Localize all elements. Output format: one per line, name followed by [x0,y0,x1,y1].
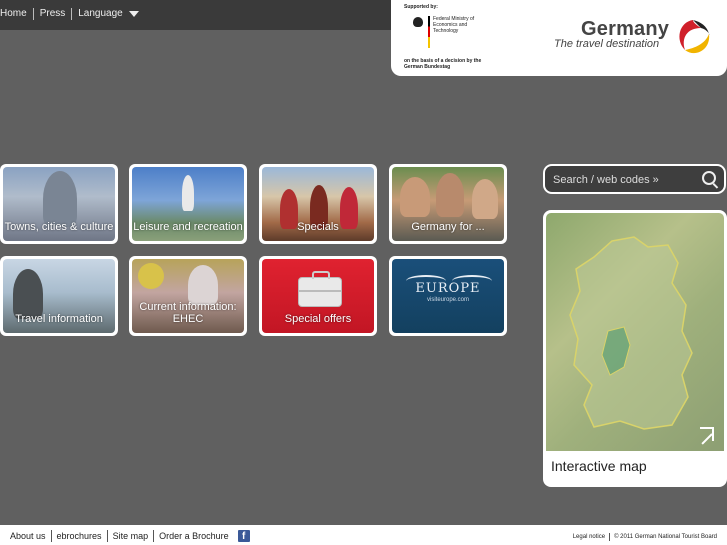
search-inner: Search / web codes » [545,166,724,192]
legal-notice-link[interactable]: Legal notice [569,533,611,541]
german-flag-bar [428,16,430,48]
tile-label: Special offers [284,313,352,325]
tile-towns-cities-culture[interactable]: Towns, cities & culture [0,164,118,244]
interactive-map-card[interactable]: Interactive map [543,210,727,487]
gntb-swirl-logo-icon [679,20,710,54]
federal-eagle-icon [413,17,423,27]
footer: About us ebrochures Site map Order a Bro… [0,525,727,545]
tile-leisure-recreation[interactable]: Leisure and recreation [129,164,247,244]
tile-image: Specials [262,167,374,241]
tile-current-information-ehec[interactable]: Current information: EHEC [129,256,247,336]
tile-visit-europe[interactable]: EUROPE visiteurope.com [389,256,507,336]
search-label: Search / web codes » [553,174,659,186]
tile-image: EUROPE visiteurope.com [392,259,504,333]
tile-image: Leisure and recreation [132,167,244,241]
person-figure [436,173,464,217]
tile-specials[interactable]: Specials [259,164,377,244]
petri-dish-figure [138,263,164,289]
scientist-figure [188,265,218,305]
language-selector[interactable]: Language [72,8,145,20]
language-label: Language [78,8,123,19]
tile-germany-for[interactable]: Germany for ... [389,164,507,244]
top-navigation: Home Press Language [0,8,145,20]
search-webcodes-box[interactable]: Search / web codes » [543,164,726,194]
tile-label: Leisure and recreation [133,221,243,233]
footer-sitemap-link[interactable]: Site map [108,530,155,542]
footer-legal: Legal notice © 2011 German National Tour… [569,533,717,541]
person-figure [472,179,498,219]
tile-label: Towns, cities & culture [4,221,114,233]
tile-special-offers[interactable]: Special offers [259,256,377,336]
tile-image: Special offers [262,259,374,333]
statue-figure [43,171,77,227]
tile-image: Travel information [3,259,115,333]
ministry-name: Federal Ministry of Economics and Techno… [433,16,475,34]
map-label: Interactive map [551,458,647,474]
facebook-icon[interactable]: f [237,530,250,542]
person-figure [13,269,43,319]
tile-image: Towns, cities & culture [3,167,115,241]
person-figure [182,175,194,211]
sponsor-logo-card[interactable]: Supported by: Federal Ministry of Econom… [391,0,727,76]
europe-logo-text: EUROPE [415,281,481,296]
europe-logo-url: visiteurope.com [426,297,470,303]
copyright-text: © 2011 German National Tourist Board [614,534,717,540]
nav-home-link[interactable]: Home [0,8,34,20]
tile-travel-information[interactable]: Travel information [0,256,118,336]
tile-label: Travel information [15,313,103,325]
tile-label: Specials [297,221,339,233]
footer-about-us-link[interactable]: About us [10,530,52,542]
footer-navigation: About us ebrochures Site map Order a Bro… [10,530,250,542]
suitcase-icon [298,271,342,307]
footer-order-brochure-link[interactable]: Order a Brochure [154,530,234,542]
tile-label: Germany for ... [411,221,485,233]
person-figure [400,177,430,217]
tile-label: Current information: EHEC [139,301,237,325]
germany-map-image[interactable] [546,213,724,451]
tile-image: Current information: EHEC [132,259,244,333]
supported-by-label: Supported by: [404,4,438,10]
tile-image: Germany for ... [392,167,504,241]
brand-tagline: The travel destination [554,38,660,50]
nav-press-link[interactable]: Press [34,8,73,20]
search-icon[interactable] [702,171,716,185]
bundestag-decision-text: on the basis of a decision by the German… [404,58,482,70]
chevron-down-icon [128,11,139,17]
footer-ebrochures-link[interactable]: ebrochures [52,530,108,542]
germany-outline [569,236,693,430]
expand-arrow-icon[interactable] [700,427,714,441]
